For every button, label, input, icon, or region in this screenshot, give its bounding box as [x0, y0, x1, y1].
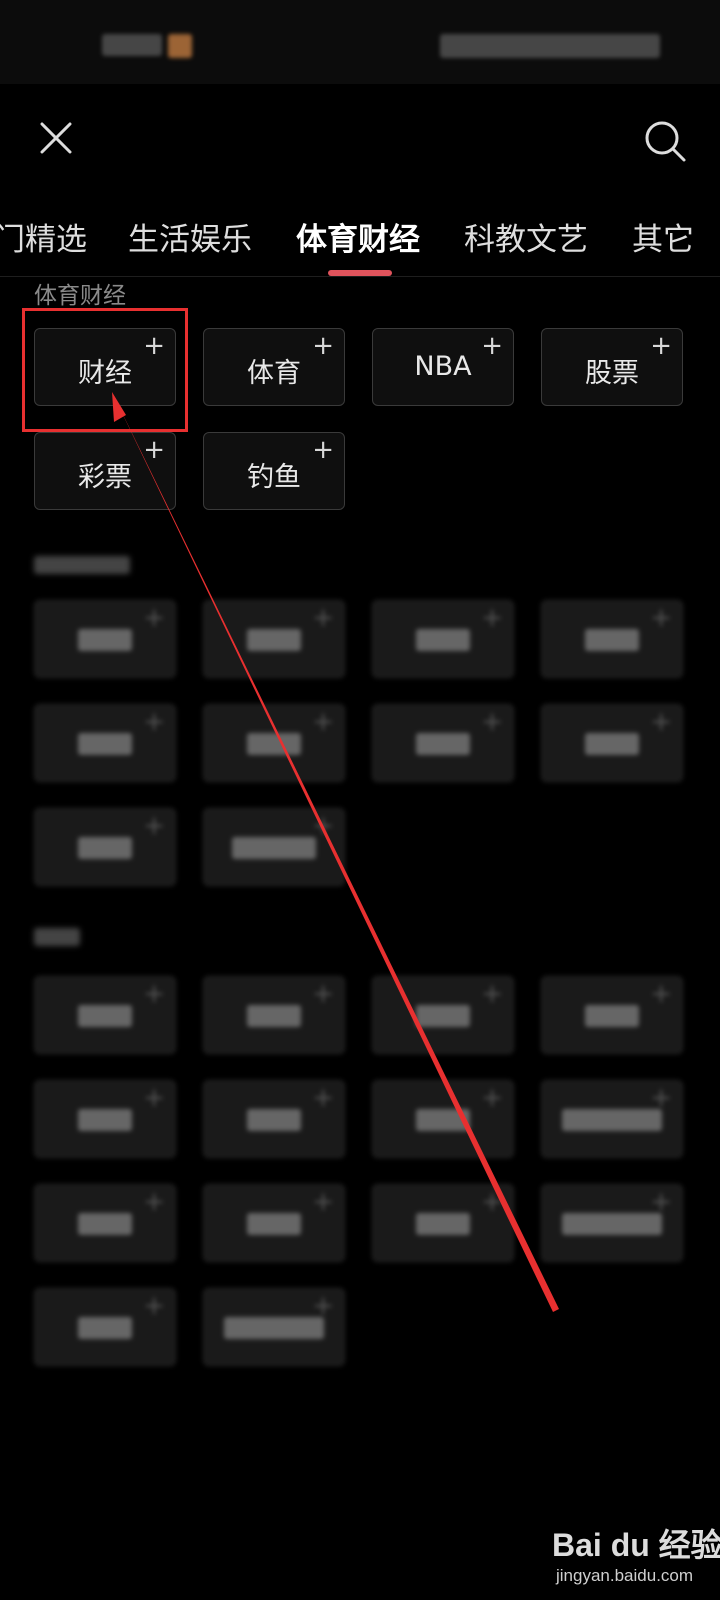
channel-chip-stocks[interactable]: 股票 + [541, 328, 683, 406]
add-channel-icon: + [650, 331, 672, 361]
channel-chip-lottery[interactable]: 彩票 + [34, 432, 176, 510]
status-notification-obscured [168, 34, 192, 58]
watermark-brand: Bai du 经验 [552, 1527, 720, 1563]
channel-chip-obscured[interactable]: + [203, 1080, 345, 1158]
status-icons-obscured [440, 34, 660, 58]
channel-chip-obscured[interactable]: + [541, 1080, 683, 1158]
channel-chip-obscured[interactable]: + [541, 704, 683, 782]
channel-chip-obscured[interactable]: + [203, 1288, 345, 1366]
channel-chip-obscured[interactable]: + [372, 704, 514, 782]
tab-popular-picks[interactable]: 门精选 [0, 214, 87, 259]
tab-sports-finance[interactable]: 体育财经 [296, 214, 420, 259]
channel-chip-obscured[interactable]: + [372, 976, 514, 1054]
search-icon [645, 121, 686, 162]
channel-chip-fishing[interactable]: 钓鱼 + [203, 432, 345, 510]
channel-chip-obscured[interactable]: + [541, 976, 683, 1054]
channel-chip-obscured[interactable]: + [372, 600, 514, 678]
search-button[interactable] [642, 118, 688, 164]
close-icon [40, 122, 72, 154]
baidu-jingyan-watermark: Bai du 经验 jingyan.baidu.com [552, 1520, 720, 1590]
channel-chip-obscured[interactable]: + [203, 704, 345, 782]
channel-chip-sports[interactable]: 体育 + [203, 328, 345, 406]
channel-chip-obscured[interactable]: + [34, 704, 176, 782]
channel-chip-finance[interactable]: 财经 + [34, 328, 176, 406]
channel-chip-obscured[interactable]: + [541, 1184, 683, 1262]
section-title-sports-finance: 体育财经 [34, 283, 126, 309]
category-tabs: 门精选 生活娱乐 体育财经 科教文艺 其它 [0, 200, 720, 277]
section-title-obscured [34, 928, 80, 946]
channel-chip-obscured[interactable]: + [34, 600, 176, 678]
channel-chip-obscured[interactable]: + [203, 600, 345, 678]
status-bar [0, 0, 720, 84]
status-time-obscured [102, 34, 162, 56]
add-channel-icon: + [143, 435, 165, 465]
channel-chip-obscured[interactable]: + [203, 1184, 345, 1262]
channel-chip-obscured[interactable]: + [372, 1080, 514, 1158]
add-channel-icon: + [312, 435, 334, 465]
channel-chip-obscured[interactable]: + [372, 1184, 514, 1262]
channel-chip-obscured[interactable]: + [541, 600, 683, 678]
channel-chip-nba[interactable]: NBA + [372, 328, 514, 406]
channel-chip-obscured[interactable]: + [34, 1288, 176, 1366]
channel-chip-obscured[interactable]: + [34, 976, 176, 1054]
tab-science-education-arts[interactable]: 科教文艺 [464, 214, 588, 259]
channel-chip-obscured[interactable]: + [203, 976, 345, 1054]
tab-other[interactable]: 其它 [632, 214, 694, 259]
tab-life-entertainment[interactable]: 生活娱乐 [128, 214, 252, 259]
channel-chip-obscured[interactable]: + [34, 1184, 176, 1262]
active-tab-indicator [328, 270, 392, 276]
section-title-obscured [34, 556, 130, 574]
watermark-url: jingyan.baidu.com [556, 1566, 694, 1585]
add-channel-icon: + [143, 331, 165, 361]
channel-chip-obscured[interactable]: + [34, 1080, 176, 1158]
close-button[interactable] [36, 118, 76, 158]
channel-chip-obscured[interactable]: + [34, 808, 176, 886]
channel-chip-obscured[interactable]: + [203, 808, 345, 886]
add-channel-icon: + [312, 331, 334, 361]
add-channel-icon: + [481, 331, 503, 361]
